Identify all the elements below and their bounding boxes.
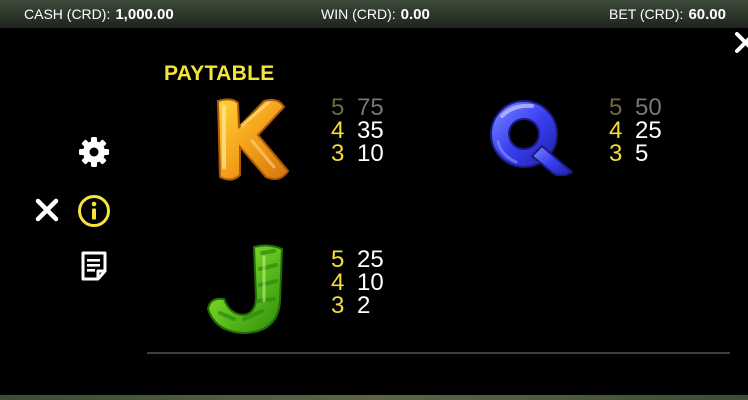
- bet-display: BET (CRD): 60.00: [609, 5, 726, 24]
- payout-row: 4 10: [331, 269, 384, 296]
- close-paytable-icon[interactable]: [734, 28, 748, 56]
- payout-row: 35: [609, 140, 662, 167]
- cash-label: CASH (CRD):: [24, 6, 111, 22]
- match-count: 3: [609, 140, 623, 167]
- match-count: 5: [609, 94, 623, 121]
- match-count: 4: [331, 117, 345, 144]
- payout-row: 4 35: [331, 117, 384, 144]
- document-icon[interactable]: [80, 251, 108, 281]
- gear-icon[interactable]: [78, 136, 110, 168]
- match-count: 3: [331, 140, 345, 167]
- candy-j-icon: [206, 244, 284, 335]
- info-icon[interactable]: [77, 194, 111, 228]
- match-count: 5: [331, 94, 345, 121]
- paytable-j-payouts: 5 25 4 10 32: [331, 246, 384, 319]
- win-display: WIN (CRD): 0.00: [321, 5, 430, 24]
- cash-display: CASH (CRD): 1,000.00: [24, 5, 174, 24]
- bet-label: BET (CRD):: [609, 6, 684, 22]
- paytable-title: PAYTABLE: [164, 62, 275, 85]
- candy-q-icon: [490, 100, 574, 176]
- paytable-k-payouts: 5 75 4 35 3 10: [331, 94, 384, 167]
- payout-row: 4 25: [609, 117, 662, 144]
- match-count: 5: [331, 246, 345, 273]
- win-value: 0.00: [400, 6, 430, 23]
- win-label: WIN (CRD):: [321, 6, 396, 22]
- payout-amount: 2: [357, 292, 371, 319]
- match-count: 3: [331, 292, 345, 319]
- candy-k-icon: [216, 98, 290, 181]
- cash-value: 1,000.00: [115, 6, 174, 23]
- payout-amount: 10: [357, 140, 384, 167]
- status-bar: CASH (CRD): 1,000.00 WIN (CRD): 0.00 BET (…: [0, 0, 748, 28]
- match-count: 4: [609, 117, 623, 144]
- game-background-strip: [0, 395, 748, 400]
- payout-row: 5 75: [331, 94, 384, 121]
- section-divider: [147, 352, 730, 354]
- close-menu-icon[interactable]: [34, 197, 60, 223]
- bet-value: 60.00: [688, 6, 726, 23]
- match-count: 4: [331, 269, 345, 296]
- payout-row: 5 50: [609, 94, 662, 121]
- payout-amount: 5: [635, 140, 649, 167]
- payout-row: 5 25: [331, 246, 384, 273]
- paytable-q-payouts: 5 50 4 25 35: [609, 94, 662, 167]
- payout-row: 32: [331, 292, 384, 319]
- payout-row: 3 10: [331, 140, 384, 167]
